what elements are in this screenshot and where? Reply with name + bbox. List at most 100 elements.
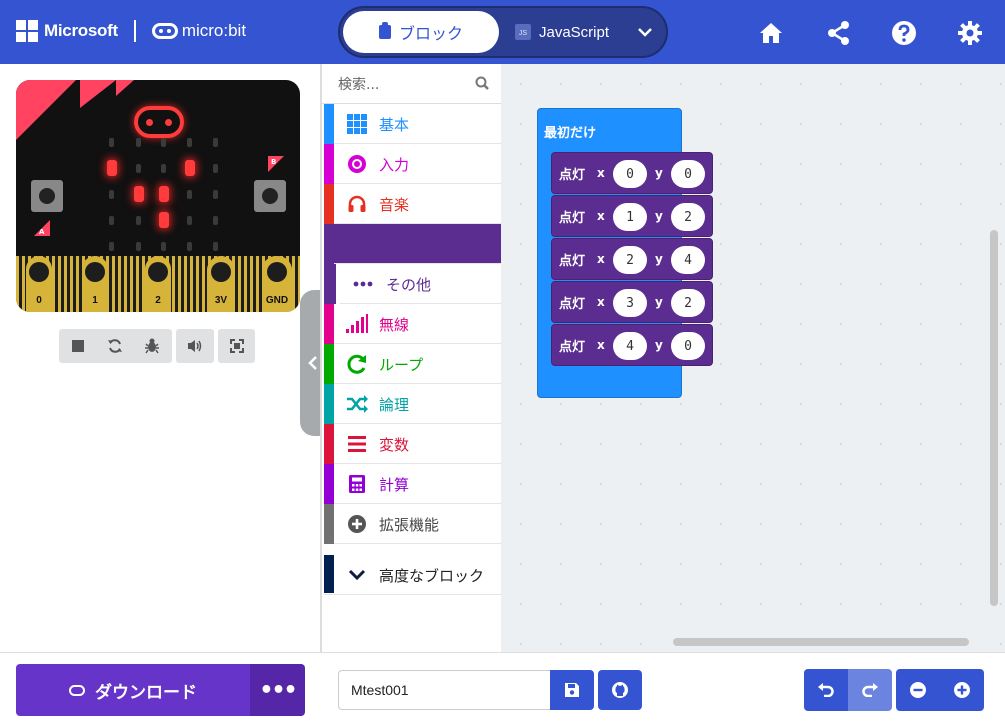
led-pixel [161, 242, 166, 251]
zoom-out-button[interactable] [896, 669, 940, 711]
x-value-input[interactable]: 4 [613, 332, 647, 360]
toolbox-category-led[interactable] [324, 224, 501, 264]
pin-1[interactable]: 1 [82, 256, 108, 312]
button-a[interactable] [31, 180, 63, 212]
pin-3v[interactable]: 3V [207, 256, 235, 312]
led-pixel [213, 164, 218, 173]
blocks-workspace[interactable]: 最初だけ 点灯 x 0 y 0 点灯 x 1 y 2 点灯 x 2 y 4 点灯 x 3 y 2 点灯 x 4 y 0 [501, 64, 1005, 652]
button-b[interactable] [254, 180, 286, 212]
undo-button[interactable] [804, 669, 848, 711]
search-input[interactable]: 検索... [338, 74, 379, 94]
y-value-input[interactable]: 2 [671, 203, 705, 231]
download-label: ダウンロード [95, 682, 197, 703]
y-value-input[interactable]: 0 [671, 332, 705, 360]
toolbox-category-その他[interactable]: その他 [324, 264, 501, 304]
x-value-input[interactable]: 3 [613, 289, 647, 317]
tab-blocks[interactable]: ブロック [343, 11, 499, 53]
stop-button[interactable] [59, 329, 96, 363]
plot-block[interactable]: 点灯 x 2 y 4 [551, 238, 713, 280]
zoom-out-icon [910, 682, 926, 698]
vertical-scrollbar[interactable] [990, 230, 998, 606]
plot-block[interactable]: 点灯 x 0 y 0 [551, 152, 713, 194]
y-value-input[interactable]: 0 [671, 160, 705, 188]
sound-button[interactable] [176, 329, 213, 363]
undo-icon [818, 683, 834, 697]
led-pixel [109, 190, 114, 199]
category-color-bar [324, 384, 334, 424]
toolbox-search[interactable]: 検索... [322, 64, 501, 104]
led-pixel [213, 242, 218, 251]
plot-label: 点灯 [559, 168, 586, 183]
category-color-bar [324, 104, 334, 144]
github-button[interactable] [598, 670, 642, 710]
project-name-input[interactable] [338, 670, 550, 710]
save-icon [565, 683, 579, 697]
x-label: x [597, 209, 605, 223]
toolbox-category-無線[interactable]: 無線 [324, 304, 501, 344]
led-pixel [109, 216, 114, 225]
plot-label: 点灯 [559, 211, 586, 226]
toolbox-category-基本[interactable]: 基本 [324, 104, 501, 144]
sound-icon [187, 340, 201, 352]
category-color-bar [324, 224, 334, 264]
microbit-face-logo[interactable] [134, 106, 184, 138]
led-pixel [159, 212, 169, 228]
share-button[interactable] [826, 20, 852, 46]
redo-button[interactable] [848, 669, 892, 711]
sound-toggle[interactable] [176, 329, 214, 363]
debug-button[interactable] [133, 329, 170, 363]
language-dropdown-button[interactable] [626, 11, 664, 53]
toolbox-category-拡張機能[interactable]: 拡張機能 [324, 504, 501, 544]
toolbox-category-計算[interactable]: 計算 [324, 464, 501, 504]
pin-2[interactable]: 2 [145, 256, 171, 312]
led-pixel [213, 190, 218, 199]
category-color-bar [324, 264, 340, 304]
button-b-label: B [271, 158, 277, 166]
download-button[interactable]: ダウンロード [16, 664, 250, 716]
help-button[interactable] [891, 20, 917, 46]
chevron-down-icon [346, 564, 368, 586]
zoom-in-button[interactable] [940, 669, 984, 711]
tab-blocks-label: ブロック [398, 24, 463, 43]
board-corner-decoration [116, 80, 134, 96]
toolbox-category-入力[interactable]: 入力 [324, 144, 501, 184]
y-value-input[interactable]: 2 [671, 289, 705, 317]
fullscreen-toggle[interactable] [218, 329, 255, 363]
tab-javascript[interactable]: JS JavaScript [502, 11, 622, 53]
simulator-panel: A B 0 1 2 3V GND [0, 64, 320, 652]
toolbox-category-ループ[interactable]: ループ [324, 344, 501, 384]
category-label: 入力 [379, 156, 410, 174]
settings-button[interactable] [957, 20, 983, 46]
y-label: y [655, 252, 663, 266]
toolbox-category-音楽[interactable]: 音楽 [324, 184, 501, 224]
x-label: x [597, 252, 605, 266]
category-label: 論理 [379, 396, 410, 414]
y-value-input[interactable]: 4 [671, 246, 705, 274]
pin-label: GND [265, 295, 289, 306]
restart-button[interactable] [96, 329, 133, 363]
fullscreen-button[interactable] [218, 329, 255, 363]
plot-block[interactable]: 点灯 x 4 y 0 [551, 324, 713, 366]
x-value-input[interactable]: 0 [613, 160, 647, 188]
x-value-input[interactable]: 1 [613, 203, 647, 231]
microbit-board[interactable]: A B 0 1 2 3V GND [16, 80, 300, 312]
plot-block[interactable]: 点灯 x 3 y 2 [551, 281, 713, 323]
brand-logo[interactable]: Microsoft micro:bit [16, 20, 246, 42]
y-label: y [655, 295, 663, 309]
x-value-input[interactable]: 2 [613, 246, 647, 274]
pin-gnd[interactable]: GND [262, 256, 292, 312]
edge-connector: 0 1 2 3V GND [16, 256, 300, 312]
category-label: 基本 [379, 116, 410, 134]
category-color-bar [324, 144, 334, 184]
pin-0[interactable]: 0 [26, 256, 52, 312]
plot-block[interactable]: 点灯 x 1 y 2 [551, 195, 713, 237]
toolbox-category-論理[interactable]: 論理 [324, 384, 501, 424]
toolbox-category-高度なブロック[interactable]: 高度なブロック [324, 555, 501, 595]
search-icon[interactable] [475, 76, 489, 90]
home-button[interactable] [758, 20, 784, 46]
home-icon [760, 23, 782, 43]
horizontal-scrollbar[interactable] [673, 638, 969, 646]
toolbox-category-変数[interactable]: 変数 [324, 424, 501, 464]
download-more-button[interactable]: ••• [250, 664, 305, 716]
save-button[interactable] [550, 670, 594, 710]
